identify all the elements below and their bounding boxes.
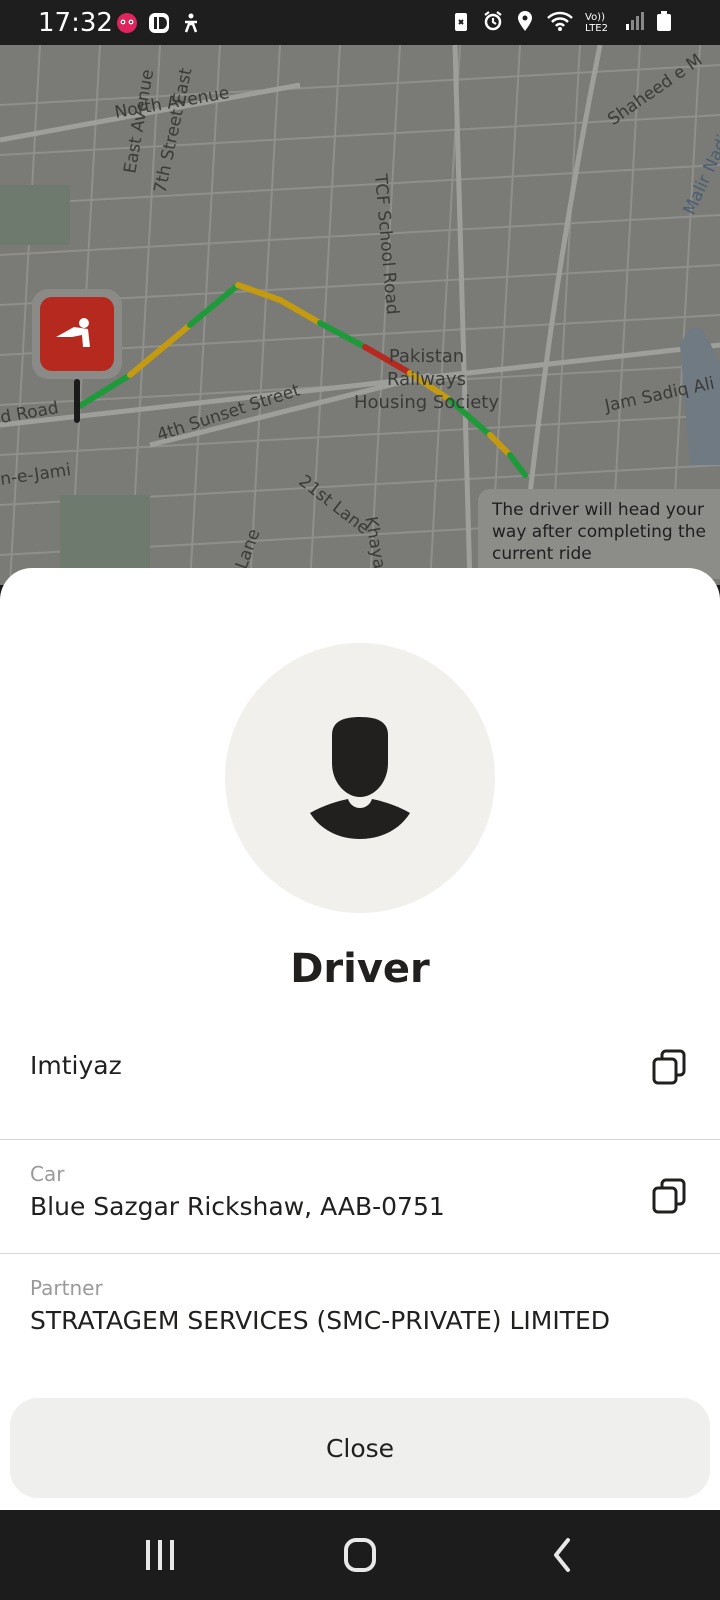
driver-location-marker <box>32 289 122 379</box>
location-icon <box>518 11 532 31</box>
car-row: Car Blue Sazgar Rickshaw, AAB-0751 <box>0 1140 720 1252</box>
status-bar: 17:32 Vo)) LTE2 <box>0 0 720 45</box>
accessibility-icon <box>184 13 198 33</box>
car-value: Blue Sazgar Rickshaw, AAB-0751 <box>30 1192 445 1221</box>
driver-name-row: Imtiyaz <box>0 1013 720 1123</box>
driver-name: Imtiyaz <box>30 1051 122 1080</box>
car-label: Car <box>30 1162 65 1186</box>
driver-silhouette-icon <box>310 717 410 839</box>
copy-car-button[interactable] <box>650 1176 690 1216</box>
volte-icon: Vo))LTE2 <box>585 12 608 32</box>
svg-text:Vo)): Vo)) <box>585 12 605 23</box>
back-icon[interactable] <box>532 1530 592 1580</box>
navigation-bar <box>0 1510 720 1600</box>
home-icon[interactable] <box>330 1530 390 1580</box>
indrive-icon <box>149 13 169 33</box>
signal-icon <box>626 12 644 30</box>
sheet-title: Driver <box>290 946 430 992</box>
close-button[interactable]: Close <box>10 1398 710 1498</box>
alarm-icon <box>484 11 502 31</box>
avatar <box>225 643 495 913</box>
partner-row: Partner STRATAGEM SERVICES (SMC-PRIVATE)… <box>0 1254 720 1366</box>
partner-label: Partner <box>30 1276 103 1300</box>
partner-value: STRATAGEM SERVICES (SMC-PRIVATE) LIMITED <box>30 1306 611 1335</box>
copy-driver-name-button[interactable] <box>650 1047 690 1087</box>
status-time: 17:32 <box>38 8 113 38</box>
foodpanda-icon <box>117 13 137 33</box>
svg-text:LTE2: LTE2 <box>585 23 608 32</box>
driver-info-sheet: Driver Imtiyaz Car Blue Sazgar Rickshaw,… <box>0 568 720 1510</box>
wifi-icon <box>547 11 573 31</box>
recents-icon[interactable] <box>130 1530 190 1580</box>
passenger-waving-icon <box>56 318 90 347</box>
marker-stick <box>74 379 80 423</box>
battery-icon <box>657 11 671 31</box>
route-map[interactable]: North Avenue East Avenue 7th Street East… <box>0 45 720 585</box>
map-label: Pakistan Railways Housing Society <box>354 346 500 413</box>
battery-saver-icon <box>455 13 467 31</box>
driver-status-callout: The driver will head your way after comp… <box>478 489 720 579</box>
